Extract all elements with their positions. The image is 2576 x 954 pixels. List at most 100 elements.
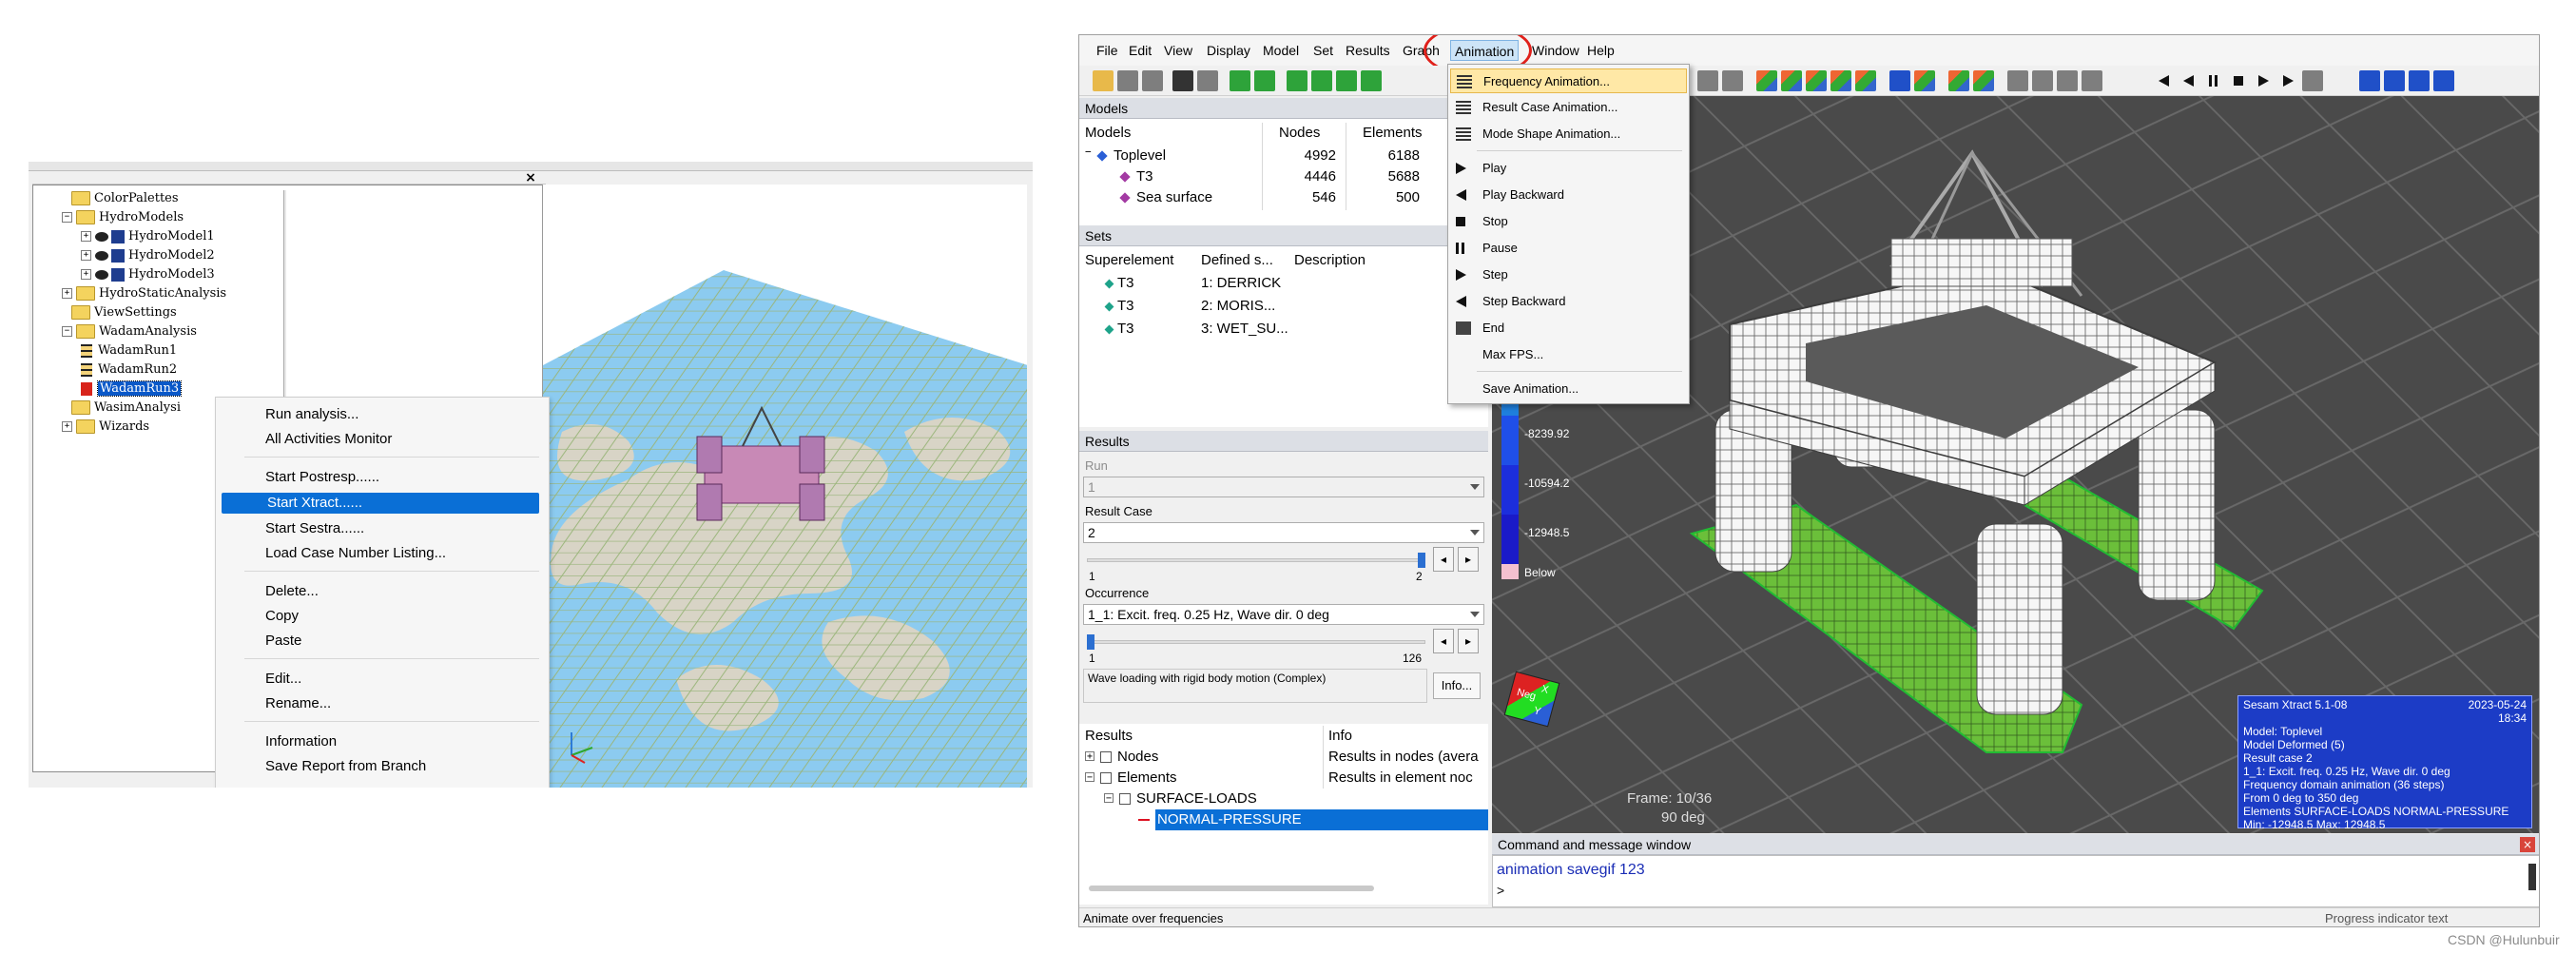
- eye-icon[interactable]: [95, 231, 108, 242]
- window4-icon[interactable]: [2433, 70, 2454, 91]
- tree-item[interactable]: ViewSettings: [71, 303, 177, 322]
- menu-item-stop[interactable]: Stop: [1450, 209, 1687, 234]
- tree-item[interactable]: + HydroModel2: [81, 246, 215, 265]
- filter-icon[interactable]: [1914, 70, 1935, 91]
- print-icon[interactable]: [1142, 70, 1163, 91]
- expand-icon[interactable]: +: [62, 421, 72, 432]
- colors-icon[interactable]: [1973, 70, 1994, 91]
- graph3-icon[interactable]: [2057, 70, 2078, 91]
- menu-set[interactable]: Set: [1313, 40, 1333, 61]
- menu-file[interactable]: File: [1096, 40, 1118, 61]
- command-scrollbar[interactable]: [2528, 864, 2536, 890]
- model-viewport[interactable]: [542, 185, 1027, 788]
- eye-icon[interactable]: [95, 250, 108, 261]
- menu-display[interactable]: Display: [1207, 40, 1250, 61]
- menu-item-frequency-animation[interactable]: Frequency Animation...: [1450, 68, 1687, 93]
- tree-item[interactable]: − WadamAnalysis: [62, 322, 197, 341]
- horizontal-scrollbar[interactable]: [1089, 886, 1374, 891]
- cube-icon[interactable]: [1230, 70, 1250, 91]
- pause-icon[interactable]: [2203, 70, 2224, 91]
- menu-results[interactable]: Results: [1346, 40, 1390, 61]
- stop-icon[interactable]: [2228, 70, 2249, 91]
- occurrence-next[interactable]: ▸: [1458, 629, 1479, 653]
- menu-item-start-sestra[interactable]: Start Sestra......: [220, 517, 547, 540]
- rotate-icon[interactable]: [1722, 70, 1743, 91]
- menu-item-rename[interactable]: Rename...: [220, 692, 547, 715]
- menu-item-result-case-animation[interactable]: Result Case Animation...: [1450, 95, 1687, 120]
- menu-item-step[interactable]: Step: [1450, 263, 1687, 287]
- menu-item-delete[interactable]: Delete...: [220, 580, 547, 603]
- step-icon[interactable]: [2253, 70, 2274, 91]
- palette-icon[interactable]: [1781, 70, 1802, 91]
- menu-item-save-report[interactable]: Save Report from Branch: [220, 755, 547, 778]
- info-button[interactable]: Info...: [1433, 672, 1481, 699]
- camera-icon[interactable]: [1172, 70, 1193, 91]
- graph2-icon[interactable]: [2032, 70, 2053, 91]
- graph4-icon[interactable]: [2082, 70, 2102, 91]
- step-backward-icon[interactable]: [2154, 70, 2175, 91]
- tree-item[interactable]: + HydroStaticAnalysis: [62, 284, 226, 303]
- set-defined[interactable]: 1: DERRICK: [1201, 273, 1281, 294]
- menu-item-pause[interactable]: Pause: [1450, 236, 1687, 261]
- menu-view[interactable]: View: [1164, 40, 1192, 61]
- menu-item-play[interactable]: Play: [1450, 156, 1687, 181]
- results-tree-item[interactable]: NORMAL-PRESSURE: [1155, 809, 1488, 830]
- window1-icon[interactable]: [2359, 70, 2380, 91]
- save-icon[interactable]: [1117, 70, 1138, 91]
- menu-item-edit[interactable]: Edit...: [220, 668, 547, 691]
- result-case-slider-thumb[interactable]: [1418, 553, 1425, 568]
- results-tree-item[interactable]: SURFACE-LOADS: [1136, 789, 1257, 809]
- collapse-icon[interactable]: −: [62, 212, 72, 223]
- tree-item[interactable]: ColorPalettes: [71, 189, 179, 208]
- menu-item-load-case-listing[interactable]: Load Case Number Listing...: [220, 542, 547, 565]
- menu-item-save-animation[interactable]: Save Animation...: [1450, 377, 1687, 401]
- tree-item[interactable]: + HydroModel3: [81, 265, 215, 284]
- results-tree-item[interactable]: Nodes: [1117, 747, 1158, 768]
- wireframe-icon[interactable]: [1197, 70, 1218, 91]
- expand-icon[interactable]: +: [1085, 751, 1094, 762]
- close-icon[interactable]: ×: [523, 170, 538, 185]
- legend-icon[interactable]: [1756, 70, 1777, 91]
- grid-icon[interactable]: [1806, 70, 1827, 91]
- results-tree-item[interactable]: Elements: [1117, 768, 1177, 789]
- tree-item[interactable]: − HydroModels: [62, 208, 184, 227]
- expand-icon[interactable]: +: [62, 288, 72, 299]
- menu-item-start-postresp[interactable]: Start Postresp......: [220, 466, 547, 489]
- result-case-prev[interactable]: ◂: [1433, 547, 1454, 572]
- menu-item-run-analysis[interactable]: Run analysis...: [220, 403, 547, 426]
- menu-item-start-xtract[interactable]: Start Xtract......: [222, 493, 539, 514]
- probe-icon[interactable]: [1889, 70, 1910, 91]
- occurrence-select[interactable]: 1_1: Excit. freq. 0.25 Hz, Wave dir. 0 d…: [1083, 604, 1484, 625]
- table-icon[interactable]: [1830, 70, 1851, 91]
- zoom-icon[interactable]: [1697, 70, 1718, 91]
- menu-item-mode-shape-animation[interactable]: Mode Shape Animation...: [1450, 122, 1687, 146]
- menu-item-copy[interactable]: Copy: [220, 605, 547, 628]
- chart-icon[interactable]: [1855, 70, 1876, 91]
- command-window[interactable]: animation savegif 123 >: [1492, 855, 2539, 907]
- menu-item-all-activities-monitor[interactable]: All Activities Monitor: [220, 428, 547, 451]
- results-view-icon[interactable]: [1336, 70, 1357, 91]
- expand-icon[interactable]: +: [81, 231, 91, 242]
- result-case-slider[interactable]: [1087, 558, 1425, 562]
- collapse-icon[interactable]: −: [1085, 772, 1094, 783]
- menu-item-end[interactable]: End: [1450, 316, 1687, 341]
- menu-item-paste[interactable]: Paste: [220, 630, 547, 652]
- tree-item[interactable]: + Wizards: [62, 418, 149, 437]
- tree-item[interactable]: + HydroModel1: [81, 227, 215, 246]
- tree-item[interactable]: WadamRun2: [81, 360, 177, 380]
- expand-icon[interactable]: +: [81, 269, 91, 280]
- menu-item-information[interactable]: Information: [220, 730, 547, 753]
- set-defined[interactable]: 2: MORIS...: [1201, 296, 1275, 317]
- open-icon[interactable]: [1093, 70, 1114, 91]
- tree-item[interactable]: WadamRun1: [81, 341, 177, 360]
- occurrence-slider[interactable]: [1087, 640, 1425, 644]
- play-icon[interactable]: [2277, 70, 2298, 91]
- menu-edit[interactable]: Edit: [1129, 40, 1152, 61]
- fps-icon[interactable]: [2302, 70, 2323, 91]
- play-backward-icon[interactable]: [2179, 70, 2199, 91]
- result-case-next[interactable]: ▸: [1458, 547, 1479, 572]
- window3-icon[interactable]: [2409, 70, 2430, 91]
- rgb-icon[interactable]: [1948, 70, 1969, 91]
- expand-icon[interactable]: +: [81, 250, 91, 261]
- collapse-icon[interactable]: −: [1085, 146, 1092, 158]
